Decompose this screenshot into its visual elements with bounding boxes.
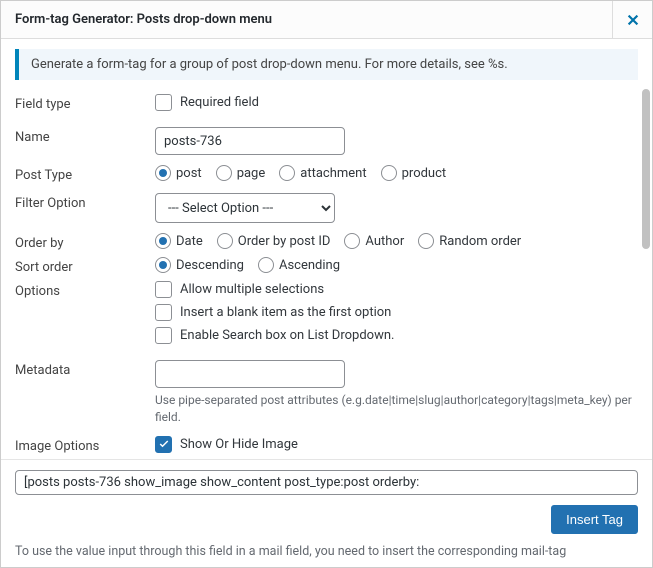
label-post-type: Post Type [15, 165, 155, 183]
row-options: Options Allow multiple selections Insert… [15, 281, 638, 350]
form-tag-generator-modal: Form-tag Generator: Posts drop-down menu… [0, 0, 653, 568]
label-filter-option: Filter Option [15, 193, 155, 211]
sort-asc[interactable]: Ascending [258, 257, 340, 273]
label-sort-order: Sort order [15, 257, 155, 275]
modal-header: Form-tag Generator: Posts drop-down menu [1, 1, 652, 39]
opt-search-checkbox[interactable] [155, 327, 172, 344]
post-type-page[interactable]: page [216, 165, 266, 181]
row-filter-option: Filter Option --- Select Option --- [15, 193, 638, 223]
required-checkbox[interactable] [155, 94, 172, 111]
label-options: Options [15, 281, 155, 299]
scrollbar-thumb[interactable] [642, 89, 650, 249]
orderby-author[interactable]: Author [344, 233, 404, 249]
sort-desc[interactable]: Descending [155, 257, 244, 273]
row-image-options: Image Options Show Or Hide Image [15, 436, 638, 459]
modal-footer: Insert Tag To use the value input throug… [1, 459, 652, 567]
scrollbar[interactable] [642, 89, 650, 459]
generated-tag-input[interactable] [15, 470, 638, 495]
row-post-type: Post Type post page attachment product [15, 165, 638, 183]
modal-title: Form-tag Generator: Posts drop-down menu [15, 12, 272, 27]
required-label: Required field [180, 95, 259, 110]
row-field-type: Field type Required field [15, 94, 638, 117]
metadata-hint: Use pipe-separated post attributes (e.g.… [155, 392, 638, 426]
label-name: Name [15, 127, 155, 145]
close-icon [626, 13, 640, 27]
footnote: To use the value input through this fiel… [15, 544, 638, 559]
opt-blank-checkbox[interactable] [155, 304, 172, 321]
row-metadata: Metadata Use pipe-separated post attribu… [15, 360, 638, 426]
row-order-by: Order by Date Order by post ID Author Ra… [15, 233, 638, 251]
row-name: Name [15, 127, 638, 155]
post-type-product[interactable]: product [381, 165, 447, 181]
post-type-attachment[interactable]: attachment [279, 165, 366, 181]
opt-multiple-checkbox[interactable] [155, 281, 172, 298]
label-order-by: Order by [15, 233, 155, 251]
insert-tag-button[interactable]: Insert Tag [551, 505, 638, 534]
modal-body: Generate a form-tag for a group of post … [1, 39, 652, 459]
label-image-options: Image Options [15, 436, 155, 454]
filter-option-select[interactable]: --- Select Option --- [155, 193, 335, 223]
orderby-random[interactable]: Random order [418, 233, 521, 249]
metadata-input[interactable] [155, 360, 345, 388]
row-sort-order: Sort order Descending Ascending [15, 257, 638, 275]
label-metadata: Metadata [15, 360, 155, 378]
name-input[interactable] [155, 127, 345, 155]
orderby-date[interactable]: Date [155, 233, 203, 249]
close-button[interactable] [612, 1, 652, 39]
orderby-id[interactable]: Order by post ID [217, 233, 331, 249]
show-image-checkbox[interactable] [155, 436, 172, 453]
label-field-type: Field type [15, 94, 155, 112]
info-notice: Generate a form-tag for a group of post … [15, 49, 638, 80]
post-type-post[interactable]: post [155, 165, 202, 181]
